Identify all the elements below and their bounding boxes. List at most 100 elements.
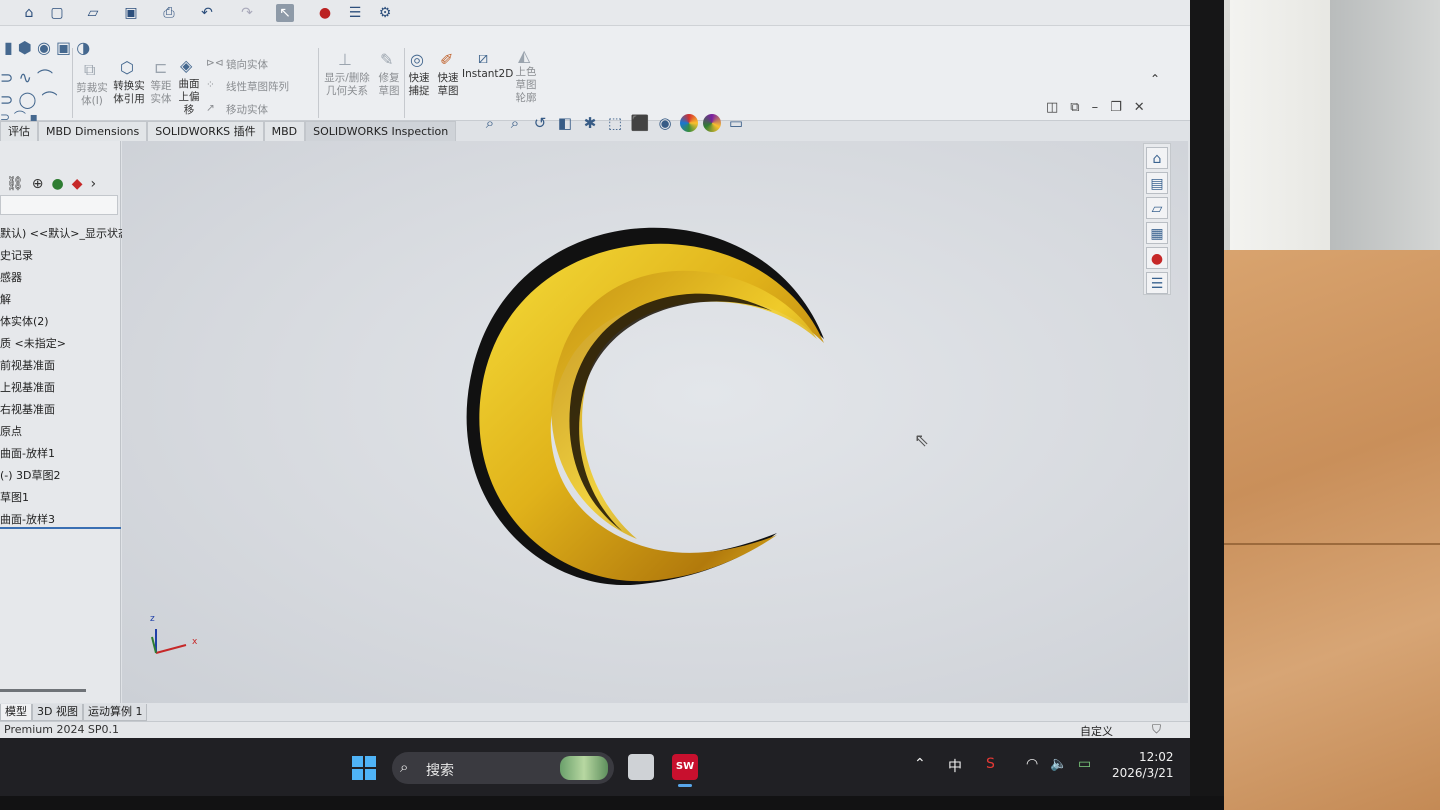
tab-model[interactable]: 模型: [0, 704, 32, 721]
property-manager-icon[interactable]: ⛓: [6, 176, 24, 192]
design-library-icon[interactable]: ▤: [1146, 172, 1168, 194]
tile-icon[interactable]: ◫: [1046, 100, 1058, 115]
apply-scene-icon[interactable]: [703, 114, 721, 132]
home-icon[interactable]: ⌂: [20, 4, 38, 22]
rapid-sketch-icon[interactable]: ✐: [440, 50, 453, 69]
quick-snaps-button[interactable]: 快速捕捉: [406, 72, 432, 98]
zoom-to-area-icon[interactable]: ⌕: [505, 114, 525, 132]
restore-icon[interactable]: ❐: [1110, 100, 1122, 115]
shaded-contours-icon[interactable]: ◭: [518, 46, 530, 65]
rollback-bar[interactable]: [0, 527, 121, 529]
edit-appearance-icon[interactable]: [680, 114, 698, 132]
tab-mbd-dimensions[interactable]: MBD Dimensions: [38, 121, 148, 141]
tab-evaluate[interactable]: 评估: [0, 121, 38, 141]
offset-on-surface-button[interactable]: 曲面上偏移: [176, 78, 202, 117]
tree-surface-loft-3[interactable]: 曲面-放样3: [0, 511, 55, 527]
tab-solidworks-addins[interactable]: SOLIDWORKS 插件: [147, 121, 264, 141]
display-relations-icon[interactable]: ⊥: [338, 50, 352, 69]
redo-icon[interactable]: ↷: [238, 4, 256, 22]
system-clock[interactable]: 12:02 2026/3/21: [1112, 749, 1174, 781]
graphics-area[interactable]: z x: [122, 141, 1188, 703]
battery-icon[interactable]: ▭: [1078, 756, 1091, 772]
cut-body-button[interactable]: 剪裁实体(I): [76, 82, 108, 108]
tree-material[interactable]: 质 <未指定>: [0, 335, 66, 351]
view-settings-icon[interactable]: ▭: [726, 114, 746, 132]
display-style-icon[interactable]: ⬛: [630, 114, 650, 132]
units-selector[interactable]: 自定义: [1080, 723, 1113, 739]
taskbar-search-box[interactable]: ⌕ 搜索: [392, 752, 614, 784]
minimize-icon[interactable]: –: [1092, 100, 1099, 115]
tab-3d-views[interactable]: 3D 视图: [32, 704, 83, 721]
section-view-icon[interactable]: ◧: [555, 114, 575, 132]
tag-icon[interactable]: ⛉: [1152, 722, 1161, 737]
display-relations-button[interactable]: 显示/删除几何关系: [320, 72, 374, 98]
traffic-light-icon[interactable]: ●: [316, 4, 334, 22]
undo-icon[interactable]: ↶: [198, 4, 216, 22]
tree-surface-loft-1[interactable]: 曲面-放样1: [0, 445, 55, 461]
move-entities-button[interactable]: 移动实体: [226, 102, 268, 117]
appearance-icon[interactable]: ●: [52, 176, 64, 192]
tree-history[interactable]: 史记录: [0, 247, 33, 263]
sogou-ime-icon[interactable]: S: [986, 756, 995, 772]
tree-sensors[interactable]: 感器: [0, 269, 22, 285]
tree-3d-sketch-2[interactable]: (-) 3D草图2: [0, 467, 61, 483]
tree-scrollbar[interactable]: [0, 689, 86, 692]
volume-muted-icon[interactable]: 🔈: [1050, 756, 1067, 772]
repair-sketch-button[interactable]: 修复草图: [376, 72, 402, 98]
open-file-icon[interactable]: ▱: [84, 4, 102, 22]
offset-entities-button[interactable]: 等距实体: [148, 80, 174, 106]
cut-body-icon[interactable]: ⧉: [84, 60, 95, 80]
view-palette-icon[interactable]: ▦: [1146, 222, 1168, 244]
shaded-sketch-contours-button[interactable]: 上色草图轮廓: [514, 66, 538, 105]
solidworks-resources-icon[interactable]: ⌂: [1146, 147, 1168, 169]
tab-solidworks-inspection[interactable]: SOLIDWORKS Inspection: [305, 121, 457, 141]
tree-top-plane[interactable]: 上视基准面: [0, 379, 55, 395]
tree-sketch-1[interactable]: 草图1: [0, 489, 29, 505]
close-icon[interactable]: ✕: [1134, 100, 1145, 115]
task-view-icon[interactable]: [628, 754, 654, 780]
configuration-manager-icon[interactable]: ⊕: [32, 176, 44, 192]
tree-right-plane[interactable]: 右视基准面: [0, 401, 55, 417]
windows-start-icon[interactable]: [352, 756, 376, 780]
ime-indicator[interactable]: 中: [948, 756, 962, 776]
zoom-to-fit-icon[interactable]: ⌕: [480, 114, 500, 132]
save-icon[interactable]: ▣: [122, 4, 140, 22]
previous-view-icon[interactable]: ↺: [530, 114, 550, 132]
tab-mbd[interactable]: MBD: [263, 121, 306, 141]
options-gear-icon[interactable]: ⚙: [376, 4, 394, 22]
tab-motion-study-1[interactable]: 运动算例 1: [82, 704, 148, 721]
linear-pattern-button[interactable]: 线性草图阵列: [226, 79, 289, 94]
instant2d-button[interactable]: Instant2D: [462, 68, 513, 81]
tree-root[interactable]: 默认) <<默认>_显示状态: [0, 225, 129, 241]
new-file-icon[interactable]: ▢: [48, 4, 66, 22]
view-orientation-icon[interactable]: ⬚: [605, 114, 625, 132]
file-properties-icon[interactable]: ☰: [346, 4, 364, 22]
rapid-sketch-button[interactable]: 快速草图: [434, 72, 462, 98]
custom-properties-icon[interactable]: ☰: [1146, 272, 1168, 294]
solidworks-app-icon[interactable]: SW: [672, 754, 698, 780]
quick-snaps-icon[interactable]: ◎: [410, 50, 424, 69]
offset-entities-icon[interactable]: ⊏: [154, 58, 167, 77]
tree-filter-input[interactable]: [0, 195, 118, 215]
expand-tabs-icon[interactable]: ›: [91, 176, 97, 192]
tree-surface-bodies[interactable]: 体实体(2): [0, 313, 49, 329]
tree-front-plane[interactable]: 前视基准面: [0, 357, 55, 373]
sketch-tools-icon[interactable]: ▮ ⬢ ◉ ▣ ◑: [4, 38, 90, 57]
repair-sketch-icon[interactable]: ✎: [380, 50, 393, 69]
tree-origin[interactable]: 原点: [0, 423, 22, 439]
dynamic-annotation-icon[interactable]: ✱: [580, 114, 600, 132]
appearances-scenes-icon[interactable]: ●: [1146, 247, 1168, 269]
select-icon[interactable]: ↖: [276, 4, 294, 22]
display-manager-icon[interactable]: ◆: [72, 176, 83, 192]
circle-icon[interactable]: ⊃ ◯ ⌒: [0, 86, 58, 110]
convert-entities-button[interactable]: 转换实体引用: [110, 80, 148, 106]
wifi-icon[interactable]: ◠: [1026, 756, 1038, 772]
instant2d-icon[interactable]: ⧄: [478, 48, 488, 68]
print-icon[interactable]: ⎙: [160, 4, 178, 22]
mirror-entities-button[interactable]: 镜向实体: [226, 57, 268, 72]
tree-annotations[interactable]: 解: [0, 291, 11, 307]
tray-overflow-icon[interactable]: ⌃: [914, 756, 926, 772]
file-explorer-icon[interactable]: ▱: [1146, 197, 1168, 219]
hide-show-items-icon[interactable]: ◉: [655, 114, 675, 132]
cascade-icon[interactable]: ⧉: [1070, 100, 1079, 115]
